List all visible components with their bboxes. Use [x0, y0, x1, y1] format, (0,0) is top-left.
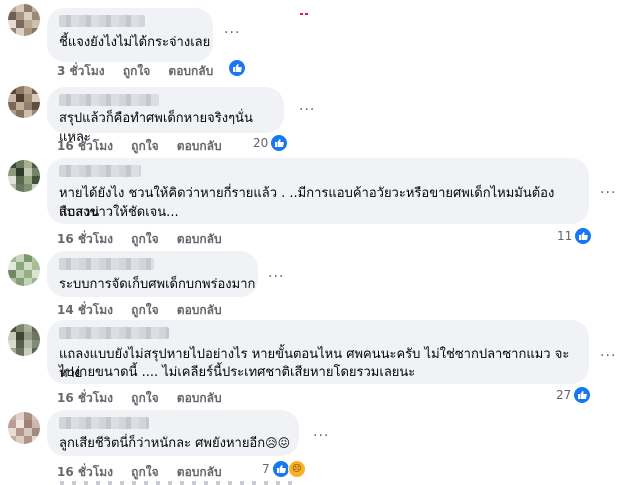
reaction-count: 7 [262, 462, 270, 476]
more-options-icon[interactable]: ··· [224, 26, 240, 40]
commenter-name-blurred[interactable] [59, 15, 145, 27]
reaction-count: 11 [557, 229, 573, 243]
comment-text: ระบบการจัดเก็บศพเด็กบกพร่องมาก [59, 277, 256, 292]
commenter-name-blurred[interactable] [59, 417, 149, 429]
like-reaction-icon [573, 386, 592, 404]
like-button[interactable]: ถูกใจ [123, 64, 150, 78]
comment-actions: 3 ชั่วโมง ถูกใจ ตอบกลับ [57, 62, 227, 81]
avatar[interactable] [8, 4, 40, 36]
avatar[interactable] [8, 412, 40, 444]
reaction-count: 20 [253, 136, 269, 150]
avatar[interactable] [8, 324, 40, 356]
like-button[interactable]: ถูกใจ [131, 232, 158, 246]
reply-button[interactable]: ตอบกลับ [177, 465, 222, 479]
like-button[interactable]: ถูกใจ [131, 139, 158, 153]
comment-text: ลูกเสียชีวิตนี่ก็ว่าหนักละ ศพยังหายอีก😥😖 [59, 434, 290, 453]
reaction-summary[interactable]: 20 [253, 134, 289, 152]
like-reaction-icon [228, 59, 246, 77]
more-options-icon[interactable]: ··· [600, 186, 616, 200]
comment-actions: 16 ชั่วโมง ถูกใจ ตอบกลับ [57, 137, 236, 156]
comment-time[interactable]: 16 ชั่วโมง [57, 232, 113, 246]
reply-button[interactable]: ตอบกลับ [177, 391, 222, 405]
comment-actions: 16 ชั่วโมง ถูกใจ ตอบกลับ [57, 463, 236, 482]
reaction-summary[interactable]: 11 [557, 227, 593, 245]
like-button[interactable]: ถูกใจ [131, 391, 158, 405]
comment-time[interactable]: 14 ชั่วโมง [57, 303, 113, 317]
comment-time[interactable]: 16 ชั่วโมง [57, 465, 113, 479]
sad-emoji-icon: 😥😖 [265, 436, 291, 450]
comment-actions: 14 ชั่วโมง ถูกใจ ตอบกลับ [57, 301, 236, 320]
commenter-name-blurred[interactable] [59, 165, 141, 177]
commenter-name-blurred[interactable] [59, 94, 159, 106]
comment-bubble: ลูกเสียชีวิตนี่ก็ว่าหนักละ ศพยังหายอีก😥😖 [47, 410, 299, 456]
comment-bubble: แถลงแบบยังไม่สรุปหายไปอย่างไร หายขั้นตอน… [47, 320, 589, 384]
comment-time[interactable]: 16 ชั่วโมง [57, 391, 113, 405]
commenter-name-blurred[interactable] [59, 258, 154, 270]
reaction-summary[interactable]: 27 [556, 386, 592, 404]
reaction-summary[interactable]: 7 ☹ [262, 460, 306, 478]
like-reaction-icon [574, 227, 593, 245]
commenter-name-blurred[interactable] [59, 327, 169, 339]
more-options-icon[interactable]: ··· [299, 103, 315, 117]
comment-bubble: สรุปแล้วก็คือทำศพเด็กหายจริงๆนั่นแหละ [47, 87, 284, 145]
comment-actions: 16 ชั่วโมง ถูกใจ ตอบกลับ [57, 389, 236, 408]
comment-time[interactable]: 3 ชั่วโมง [57, 64, 105, 78]
avatar[interactable] [8, 254, 40, 286]
reply-button[interactable]: ตอบกลับ [168, 64, 213, 78]
comment-bubble: ระบบการจัดเก็บศพเด็กบกพร่องมาก [47, 251, 258, 297]
sad-reaction-icon: ☹ [287, 460, 306, 478]
next-comment-partial [60, 481, 300, 485]
comment-text-line-2: แถลงข่าวให้ชัดเจน... [59, 205, 179, 220]
like-button[interactable]: ถูกใจ [131, 465, 158, 479]
top-edge-marker [300, 0, 310, 15]
more-options-icon[interactable]: ··· [313, 429, 329, 443]
more-options-icon[interactable]: ··· [600, 349, 616, 363]
reply-button[interactable]: ตอบกลับ [177, 303, 222, 317]
comment-bubble: หายได้ยังไง ชวนให้คิดว่าหายกี่รายแล้ว . … [47, 158, 589, 224]
comment-text-body: ลูกเสียชีวิตนี่ก็ว่าหนักละ ศพยังหายอีก [59, 436, 266, 451]
avatar[interactable] [8, 86, 40, 118]
reaction-summary[interactable] [228, 59, 246, 77]
comment-text-line-2: ไปง่ายขนาดนี้ .... ไม่เคลียร์นี้ประเทศชา… [59, 365, 416, 380]
more-options-icon[interactable]: ··· [268, 270, 284, 284]
avatar[interactable] [8, 160, 40, 192]
like-reaction-icon [271, 460, 290, 478]
comment-text: ชี้แจงยังไงไม่ได้กระจ่างเลย [59, 35, 211, 50]
like-button[interactable]: ถูกใจ [131, 303, 158, 317]
comment-bubble: ชี้แจงยังไงไม่ได้กระจ่างเลย [47, 8, 213, 62]
reaction-count: 27 [556, 388, 572, 402]
like-reaction-icon [270, 134, 289, 152]
reply-button[interactable]: ตอบกลับ [177, 139, 222, 153]
comment-time[interactable]: 16 ชั่วโมง [57, 139, 113, 153]
comment-actions: 16 ชั่วโมง ถูกใจ ตอบกลับ [57, 230, 236, 249]
reply-button[interactable]: ตอบกลับ [177, 232, 222, 246]
